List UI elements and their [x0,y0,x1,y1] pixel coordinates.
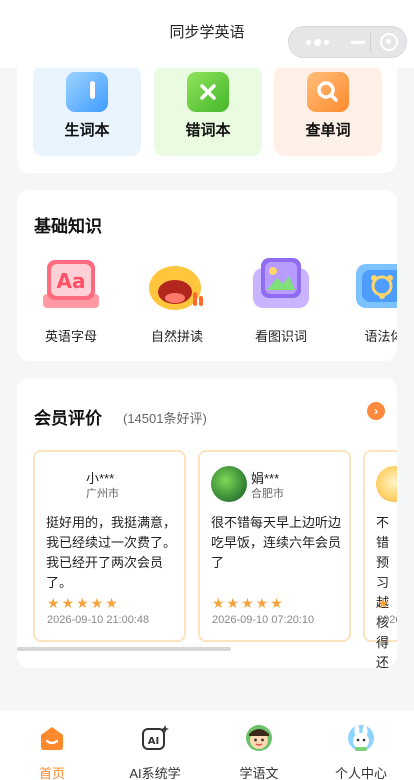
more-dot-icon [314,38,321,46]
more-dot-icon [324,39,329,45]
review-text: 很不错每天早上边听边吃早饭，连续六年会员了 [211,515,342,570]
review-text: 挺好用的，我挺满意，我已经续过一次费了。我已经开了两次会员了。 [46,515,177,590]
reviewer-city: 合肥市 [251,488,284,500]
basic-item-phonics[interactable]: 自然拼读 [137,254,217,345]
review-date: 2026 [377,614,397,626]
tool-search-word[interactable]: 查单词 [274,66,382,156]
grammar-icon [352,254,397,318]
reviews-title: 会员评价 [34,404,102,431]
alphabet-icon: Aa [39,254,103,318]
tab-bar: 首页 AI AI系统学 学语文 个人中心 [0,709,414,780]
basic-item-grammar[interactable]: 语法体 [344,254,397,345]
review-date: 2026-09-10 21:00:48 [47,614,150,626]
review-count: (14501条好评) [123,411,207,426]
home-icon [38,724,66,752]
title-bar: 同步学英语 [0,0,414,68]
horizontal-scrollbar[interactable] [17,647,231,651]
tool-label: 生词本 [64,122,110,139]
basic-item-alphabet[interactable]: Aa 英语字母 [31,254,111,345]
tool-notebook[interactable]: 生词本 [33,66,141,156]
reviewer-city: 广州市 [86,488,119,500]
avatar [211,466,247,502]
basic-item-label: 英语字母 [44,329,97,344]
notebook-icon [66,72,108,112]
ai-icon: AI [141,724,169,752]
svg-text:AI: AI [148,736,159,747]
search-word-icon [307,72,349,112]
chinese-study-icon [245,724,273,752]
tab-home[interactable]: 首页 [12,724,92,780]
tool-wrong-words[interactable]: 错词本 [154,66,262,156]
review-card[interactable]: 小*** 广州市 挺好用的，我挺满意，我已经续过一次费了。我已经开了两次会员了。… [33,450,186,642]
picture-words-icon [249,254,313,318]
review-card[interactable]: 娟*** 合肥市 很不错每天早上边听边吃早饭，连续六年会员了 ★★★★★ 202… [198,450,351,642]
basics-title: 基础知识 [34,212,102,239]
review-card[interactable]: 不错预习越核得还 ★ 2026 [363,450,397,668]
tab-chinese[interactable]: 学语文 [219,724,299,780]
avatar [46,466,82,502]
tab-label: 首页 [38,766,65,780]
rating-stars: ★ [377,595,392,611]
more-menu-button[interactable] [289,27,346,57]
review-text: 不错预习越核得还 [376,515,390,668]
profile-icon [347,724,375,752]
basic-item-picture-words[interactable]: 看图识词 [241,254,321,345]
tool-label: 查单词 [305,122,351,139]
svg-text:Aa: Aa [57,269,86,293]
rating-stars: ★★★★★ [47,595,120,611]
basic-item-label: 看图识词 [254,329,307,344]
minus-icon [351,40,365,44]
basics-card: 基础知识 Aa 英语字母 自然拼读 看图识词 语法体 [17,190,397,361]
basic-item-label: 语法体 [364,329,397,344]
phonics-icon [145,254,209,318]
avatar [376,466,397,502]
tab-label: 学语文 [239,766,279,780]
basic-item-label: 自然拼读 [150,329,203,344]
minimize-button[interactable] [346,27,370,57]
tab-profile[interactable]: 个人中心 [321,724,401,780]
more-dot-icon [306,39,311,45]
tab-ai[interactable]: AI AI系统学 [115,724,195,780]
review-date: 2026-09-10 07:20:10 [212,614,315,626]
rating-stars: ★★★★★ [212,595,285,611]
tool-label: 错词本 [185,122,231,139]
tab-label: AI系统学 [129,766,181,780]
close-button[interactable] [371,27,406,57]
close-circle-icon [379,33,398,51]
wrong-words-icon [187,72,229,112]
reviews-more-button[interactable]: › [367,402,385,420]
mini-program-capsule [288,26,407,58]
tab-label: 个人中心 [334,766,387,780]
reviews-card: 会员评价 (14501条好评) › 小*** 广州市 挺好用的，我挺满意，我已经… [17,378,397,668]
